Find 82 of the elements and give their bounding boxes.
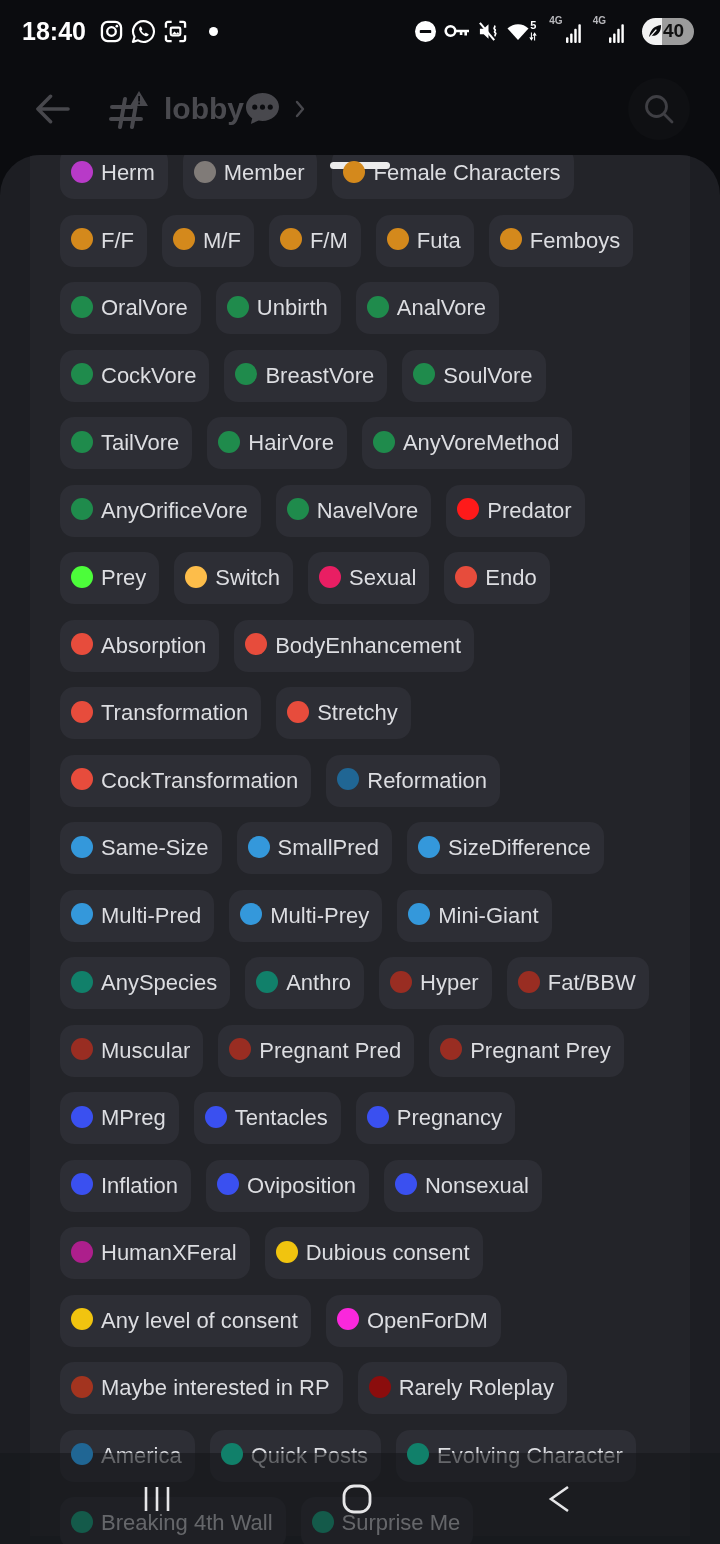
wifi-icon [507, 22, 530, 42]
role-name: SoulVore [443, 362, 533, 389]
role-name: Surprise Me [341, 1510, 461, 1536]
role-name: Pregnant Pred [259, 1037, 402, 1064]
role-name: HumanXFeral [101, 1240, 237, 1266]
role-name: Dubious consent [305, 1240, 470, 1266]
role-name: Breaking 4th Wall [101, 1510, 273, 1536]
battery-percentage: 40 [663, 20, 685, 42]
role-name: F/M [309, 227, 348, 254]
role-name: BreastVore [265, 362, 375, 389]
role-name: NavelVore [316, 497, 419, 524]
role-name: Unbirth [256, 295, 328, 321]
signal-icon [565, 23, 581, 43]
chevron-right-icon[interactable] [295, 99, 305, 118]
role-name: Hyper [420, 970, 479, 996]
role-name: Transformation [101, 700, 249, 726]
role-name: CockVore [101, 362, 197, 389]
role-name: TailVore [101, 430, 180, 456]
role-name: Sexual [349, 565, 417, 591]
role-name: Member [223, 160, 305, 186]
role-name: Mini-Giant [438, 902, 539, 929]
role-name: AnalVore [396, 295, 487, 321]
back-arrow-icon[interactable] [35, 93, 70, 124]
speech-bubble-icon [245, 92, 280, 125]
role-name: Multi-Pred [101, 902, 202, 929]
role-name: Muscular [101, 1037, 191, 1064]
role-name: Maybe interested in RP [101, 1375, 330, 1401]
data-arrows-icon [529, 32, 538, 41]
key-icon [444, 24, 471, 38]
signal-icon [609, 23, 624, 43]
role-name: Multi-Prey [270, 902, 370, 929]
notification-dot-icon [208, 26, 218, 36]
role-name: Reformation [367, 767, 488, 794]
role-name: Switch [215, 565, 281, 591]
role-name: Quick Posts [250, 1442, 369, 1469]
role-name: AnyVoreMethod [402, 430, 560, 456]
role-name: Endo [485, 565, 537, 591]
role-name: MPreg [101, 1105, 166, 1131]
role-name: AnyOrificeVore [101, 497, 248, 524]
role-name: Oviposition [247, 1172, 356, 1199]
role-name: Fat/BBW [547, 970, 636, 996]
role-name: AnySpecies [101, 970, 218, 996]
role-name: Herm [101, 160, 155, 186]
role-name: America [101, 1442, 182, 1469]
role-name: Absorption [101, 632, 207, 659]
role-name: Stretchy [317, 700, 398, 726]
wifi-standard-label: 5 [530, 20, 537, 31]
role-name: OralVore [101, 295, 188, 321]
network-type-label: 4G [592, 15, 606, 26]
role-name: Pregnant Prey [470, 1037, 611, 1064]
scan-frame-icon [163, 19, 187, 43]
role-name: Inflation [101, 1172, 179, 1199]
role-name: Futa [416, 227, 461, 254]
search-icon [644, 93, 674, 124]
chat-phone-icon [130, 18, 156, 44]
role-name: M/F [203, 227, 241, 254]
status-time: 18:40 [22, 16, 86, 46]
role-name: Tentacles [234, 1105, 328, 1131]
role-name: Nonsexual [424, 1172, 529, 1199]
role-name: Anthro [286, 970, 351, 996]
channel-name[interactable]: lobby [164, 93, 244, 124]
role-name: Rarely Roleplay [398, 1375, 554, 1401]
role-name: HairVore [248, 430, 334, 456]
camera-icon [99, 19, 123, 43]
role-name: BodyEnhancement [275, 632, 462, 659]
leaf-icon [647, 23, 662, 39]
role-name: Same-Size [101, 835, 209, 861]
role-name: F/F [101, 227, 134, 254]
role-name: CockTransformation [101, 767, 299, 794]
home-icon[interactable] [342, 1483, 372, 1514]
role-name: OpenForDM [366, 1307, 488, 1334]
role-name: SmallPred [277, 835, 380, 861]
role-name: Prey [101, 565, 147, 591]
role-name: SizeDifference [448, 835, 591, 861]
role-name: Pregnancy [396, 1105, 502, 1131]
role-name: Evolving Character [437, 1442, 623, 1469]
role-name: Predator [487, 497, 572, 524]
role-name: Femboys [529, 227, 621, 254]
role-name: Any level of consent [101, 1307, 298, 1334]
minus-circle-icon [415, 20, 437, 42]
network-type-label: 4G [549, 15, 563, 26]
speaker-muted-icon [478, 20, 500, 42]
